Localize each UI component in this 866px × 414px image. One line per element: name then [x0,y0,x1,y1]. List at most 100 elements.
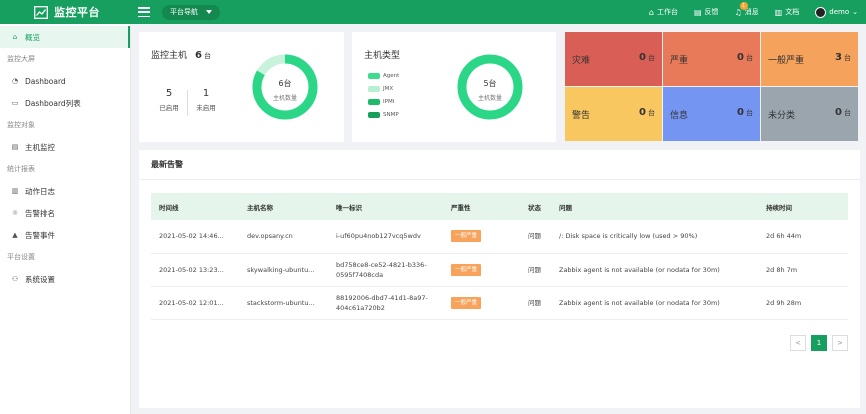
log-icon: ▥ [11,187,19,195]
monitored-hosts-card: 监控主机 6 台 5 已启用 1 未启用 6台 主机数量 [139,32,344,142]
severity-unit: 台 [844,54,851,62]
sidebar-item-label: 概览 [25,32,40,42]
legend-item[interactable]: SNMP [368,108,399,121]
table-row[interactable]: 2021-05-02 12:01... stackstorm-ubuntu...… [151,286,848,320]
time-cell: 2021-05-02 12:01... [151,286,239,320]
uid-cell: i-uf60pu4nob127vcq5wdv [328,220,443,254]
username: demo [829,8,850,16]
severity-count-value: 0 [835,107,842,118]
gauge-icon: ◔ [11,77,19,85]
home-icon: ⌂ [648,7,654,17]
menu-toggle-icon[interactable] [138,7,150,17]
messages-link[interactable]: ♫ 1 消息 [735,2,759,17]
message-badge: 1 [739,2,748,10]
hosts-donut-center: 6台 主机数量 [255,78,315,102]
feedback-label: 反馈 [704,8,719,16]
alerts-table: 时间线 主机名称 唯一标识 严重性 状态 问题 持续时间 2021-05-02 … [151,193,848,320]
sidebar-item-dashboard-list[interactable]: ▭ Dashboard列表 [0,92,130,114]
severity-tile-unclassified[interactable]: 未分类 0 台 [761,87,858,141]
severity-cell: 一般严重 [443,286,520,320]
severity-unit: 台 [648,54,655,62]
sidebar-item-label: Dashboard列表 [25,98,81,108]
severity-count: 3台 [835,52,851,63]
sidebar-item-overview[interactable]: ⌂ 概览 [0,26,130,48]
app-title: 监控平台 [54,6,100,19]
sidebar-item-host-monitor[interactable]: ▤ 主机监控 [0,136,130,158]
problem-cell: Zabbix agent is not available (or nodata… [551,253,758,287]
hosts-unit: 台 [203,52,211,60]
duration-cell: 2d 6h 44m [758,220,848,254]
sidebar-item-system-settings[interactable]: ⚇ 系统设置 [0,268,130,290]
disabled-label: 未启用 [196,104,216,112]
host-cell: stackstorm-ubuntu... [239,286,328,320]
pagination: < 1 > [785,335,848,351]
severity-tile-critical[interactable]: 严重 0 台 [663,32,760,86]
avatar [815,6,827,18]
alerts-title: 最新告警 [139,150,860,180]
severity-label: 一般严重 [768,56,805,66]
sidebar-item-label: 主机监控 [25,142,55,152]
platform-nav-label: 平台导航 [170,8,198,16]
column-header: 严重性 [443,193,520,220]
disabled-stat: 1 未启用 [188,88,224,116]
uid-cell: bd758ce8-ce52-4821-b336-0595f7408cda [328,253,443,287]
severity-tile-warning[interactable]: 警告 0 台 [565,87,662,141]
severity-label: 信息 [670,111,689,121]
app-logo[interactable]: 监控平台 [34,4,100,20]
host-types-card: 主机类型 Agent JMX IPMI SNMP 5台 主机数量 [352,32,556,142]
severity-tile-disaster[interactable]: 灾难 0 台 [565,32,662,86]
severity-cell: 一般严重 [443,253,520,287]
document-icon: ▥ [774,7,783,17]
duration-cell: 2d 9h 28m [758,286,848,320]
problem-cell: /: Disk space is critically low (used > … [551,220,758,254]
severity-tag: 一般严重 [451,263,482,276]
severity-tile-average[interactable]: 一般严重 3 台 [761,32,858,86]
sidebar-item-label: 告警事件 [25,230,55,240]
table-row[interactable]: 2021-05-02 14:46... dev.opsany.cn i-uf60… [151,220,848,254]
legend-item[interactable]: Agent [368,69,399,82]
sidebar-item-alert-event[interactable]: ▲ 告警事件 [0,224,130,246]
severity-unit: 台 [844,109,851,117]
page-1-button[interactable]: 1 [811,335,827,351]
severity-count: 0台 [639,107,655,118]
hosts-title: 监控主机 [151,51,188,61]
alarm-icon: ☼ [11,209,19,217]
screen-icon: ▭ [11,99,19,107]
sidebar-item-alert-rank[interactable]: ☼ 告警排名 [0,202,130,224]
hosts-count: 6 [195,50,202,61]
severity-label: 未分类 [768,111,796,121]
table-row[interactable]: 2021-05-02 13:23... skywalking-ubuntu...… [151,253,848,287]
sidebar-item-label: 告警排名 [25,208,55,218]
chart-logo-icon [34,5,48,19]
platform-nav-select[interactable]: 平台导航 [162,4,220,20]
time-cell: 2021-05-02 13:23... [151,253,239,287]
severity-label: 灾难 [572,56,591,66]
prev-page-button[interactable]: < [790,335,806,351]
legend-swatch [368,72,380,79]
status-cell: 问题 [520,286,551,320]
sidebar-item-action-log[interactable]: ▥ 动作日志 [0,180,130,202]
legend-item[interactable]: IPMI [368,95,399,108]
user-menu[interactable]: demo ⌄ [815,6,858,18]
sidebar-item-dashboard[interactable]: ◔ Dashboard [0,70,130,92]
sidebar-group-dashboard: 监控大屏 [7,55,35,63]
types-legend: Agent JMX IPMI SNMP [368,69,399,121]
types-title: 主机类型 [364,51,401,61]
top-right-menu: ⌂ 工作台 ▤ 反馈 ♫ 1 消息 ▥ 文档 demo ⌄ [633,0,858,24]
sidebar-group-settings: 平台设置 [7,253,35,261]
legend-label: Agent [383,72,400,79]
severity-count: 0台 [737,107,753,118]
workbench-link[interactable]: ⌂ 工作台 [649,7,678,17]
severity-count-value: 0 [737,52,744,63]
severity-tile-info[interactable]: 信息 0 台 [663,87,760,141]
severity-count: 0台 [639,52,655,63]
home-icon: ⌂ [12,33,18,41]
docs-link[interactable]: ▥ 文档 [775,7,800,17]
feedback-link[interactable]: ▤ 反馈 [694,7,719,17]
sidebar-item-label: 动作日志 [25,186,55,196]
next-page-button[interactable]: > [832,335,848,351]
caret-down-icon [206,10,212,14]
legend-item[interactable]: JMX [368,82,399,95]
types-donut-center: 5台 主机数量 [460,78,520,102]
users-icon: ⚇ [11,275,19,283]
